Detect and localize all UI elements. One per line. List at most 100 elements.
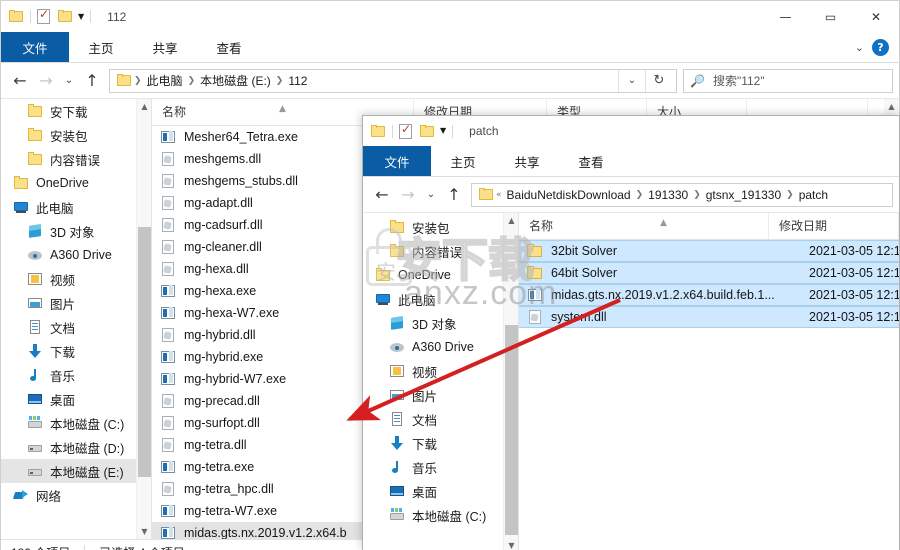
navigation-scrollbar-primary[interactable]: ▲ ▼: [136, 99, 151, 539]
sidebar-item[interactable]: 安装包: [1, 123, 151, 147]
chevron-down-icon[interactable]: ▼: [78, 12, 84, 21]
sidebar-item[interactable]: 图片: [1, 291, 151, 315]
sidebar-item[interactable]: 此电脑: [1, 195, 151, 219]
scrollbar-thumb[interactable]: [505, 325, 518, 535]
breadcrumb-item-3[interactable]: patch: [794, 188, 833, 202]
column-header[interactable]: 修改日期: [769, 213, 899, 239]
recent-locations-icon[interactable]: ⌄: [421, 182, 441, 208]
sidebar-item[interactable]: OneDrive: [363, 263, 518, 287]
scroll-up-icon[interactable]: ▲: [884, 99, 899, 114]
sidebar-item[interactable]: 此电脑: [363, 287, 518, 311]
sidebar-item[interactable]: 文档: [363, 407, 518, 431]
breadcrumb-item-1[interactable]: 191330: [643, 188, 693, 202]
network-icon: [13, 487, 29, 503]
tab-file[interactable]: 文件: [1, 32, 69, 62]
file-name: mg-tetra.exe: [184, 460, 255, 474]
help-icon[interactable]: ?: [872, 38, 889, 56]
sidebar-item[interactable]: 本地磁盘 (C:): [1, 411, 151, 435]
scroll-up-icon[interactable]: ▲: [504, 213, 518, 228]
sidebar-item[interactable]: 下载: [363, 431, 518, 455]
sidebar-item[interactable]: 本地磁盘 (D:): [1, 435, 151, 459]
breadcrumb-item-0[interactable]: BaiduNetdiskDownload: [502, 188, 636, 202]
sidebar-item[interactable]: OneDrive: [1, 171, 151, 195]
tab-file[interactable]: 文件: [363, 146, 431, 176]
maximize-button[interactable]: ▭: [808, 1, 853, 32]
scroll-up-icon[interactable]: ▲: [137, 99, 151, 114]
scroll-down-icon[interactable]: ▼: [137, 524, 151, 539]
tab-share[interactable]: 共享: [495, 146, 559, 176]
sidebar-item[interactable]: 内容错误: [363, 239, 518, 263]
properties-icon[interactable]: [37, 7, 50, 24]
sidebar-item[interactable]: A360 Drive: [363, 335, 518, 359]
minimize-button[interactable]: —: [763, 1, 808, 32]
scrollbar-thumb[interactable]: [138, 227, 151, 477]
sidebar-item[interactable]: 桌面: [1, 387, 151, 411]
back-button[interactable]: ←: [369, 182, 395, 208]
address-dropdown-icon[interactable]: ⌄: [618, 69, 645, 92]
tab-home[interactable]: 主页: [69, 32, 133, 62]
column-header-label: 名称: [162, 105, 187, 119]
file-name: mg-hybrid.exe: [184, 350, 264, 364]
recent-locations-icon[interactable]: ⌄: [59, 68, 79, 94]
navigation-scrollbar-secondary[interactable]: ▲ ▼: [503, 213, 518, 550]
sidebar-item[interactable]: 文档: [1, 315, 151, 339]
breadcrumb-item-0[interactable]: 此电脑: [142, 72, 188, 89]
breadcrumb-item-1[interactable]: 本地磁盘 (E:): [195, 72, 276, 89]
breadcrumb-bar-secondary[interactable]: « BaiduNetdiskDownload ❯ 191330 ❯ gtsnx_…: [471, 182, 893, 207]
file-modified-date: 2021-03-05 12:11: [809, 310, 899, 324]
column-header[interactable]: 名称 ▲: [519, 213, 769, 239]
chevron-down-icon[interactable]: ▼: [440, 127, 446, 135]
new-folder-icon[interactable]: [58, 10, 73, 23]
table-row[interactable]: 32bit Solver 2021-03-05 12:12: [519, 240, 899, 262]
forward-button[interactable]: →: [395, 182, 421, 208]
sidebar-item[interactable]: 3D 对象: [363, 311, 518, 335]
sidebar-item[interactable]: 安装包: [363, 215, 518, 239]
sidebar-item[interactable]: 视频: [363, 359, 518, 383]
sidebar-item[interactable]: 内容错误: [1, 147, 151, 171]
table-row[interactable]: system.dll 2021-03-05 12:11: [519, 306, 899, 328]
search-box-primary[interactable]: 🔍 搜索"112": [683, 68, 893, 93]
sidebar-item[interactable]: 3D 对象: [1, 219, 151, 243]
back-button[interactable]: ←: [7, 68, 33, 94]
sidebar-item[interactable]: 音乐: [363, 455, 518, 479]
sidebar-item[interactable]: 图片: [363, 383, 518, 407]
properties-icon[interactable]: [399, 122, 412, 139]
forward-button[interactable]: →: [33, 68, 59, 94]
breadcrumb-bar[interactable]: ❯ 此电脑 ❯ 本地磁盘 (E:) ❯ 112 ⌄ ↻: [109, 68, 677, 93]
table-row[interactable]: 64bit Solver 2021-03-05 12:12: [519, 262, 899, 284]
breadcrumb-item-2[interactable]: 112: [283, 74, 312, 88]
close-button[interactable]: ✕: [853, 1, 899, 32]
sidebar-item[interactable]: 音乐: [1, 363, 151, 387]
sidebar-item[interactable]: 桌面: [363, 479, 518, 503]
file-modified-date: 2021-03-05 12:12: [809, 244, 899, 258]
ribbon-right-controls: ⌄ ?: [855, 32, 895, 62]
table-row[interactable]: midas.gts.nx.2019.v1.2.x64.build.feb.1..…: [519, 284, 899, 306]
column-header-label: 修改日期: [778, 219, 827, 233]
up-button[interactable]: ↑: [441, 182, 467, 208]
tab-view[interactable]: 查看: [559, 146, 623, 176]
window-title: patch: [469, 124, 499, 138]
3d-objects-icon: [27, 223, 43, 239]
tab-view[interactable]: 查看: [197, 32, 261, 62]
refresh-icon[interactable]: ↻: [645, 69, 672, 92]
sidebar-item-label: 本地磁盘 (C:): [50, 417, 125, 432]
scroll-down-icon[interactable]: ▼: [504, 538, 518, 550]
tab-share[interactable]: 共享: [133, 32, 197, 62]
new-folder-icon[interactable]: [420, 124, 435, 138]
breadcrumb-item-2[interactable]: gtsnx_191330: [701, 188, 786, 202]
dll-icon: [160, 481, 176, 497]
quick-access-toolbar-secondary: ▼: [371, 122, 459, 139]
sidebar-item[interactable]: 视频: [1, 267, 151, 291]
sidebar-item[interactable]: 本地磁盘 (E:): [1, 459, 151, 483]
sidebar-item[interactable]: 网络: [1, 483, 151, 507]
sidebar-item[interactable]: A360 Drive: [1, 243, 151, 267]
tab-home[interactable]: 主页: [431, 146, 495, 176]
sidebar-item[interactable]: 安下载: [1, 99, 151, 123]
exe-icon: [160, 459, 176, 475]
up-button[interactable]: ↑: [79, 68, 105, 94]
sidebar-item[interactable]: 本地磁盘 (C:): [363, 503, 518, 527]
expand-ribbon-icon[interactable]: ⌄: [855, 41, 864, 54]
sidebar-item[interactable]: 下载: [1, 339, 151, 363]
ribbon-tabs-primary: 文件 主页 共享 查看 ⌄ ?: [1, 32, 899, 63]
window-controls-primary: — ▭ ✕: [763, 1, 899, 32]
